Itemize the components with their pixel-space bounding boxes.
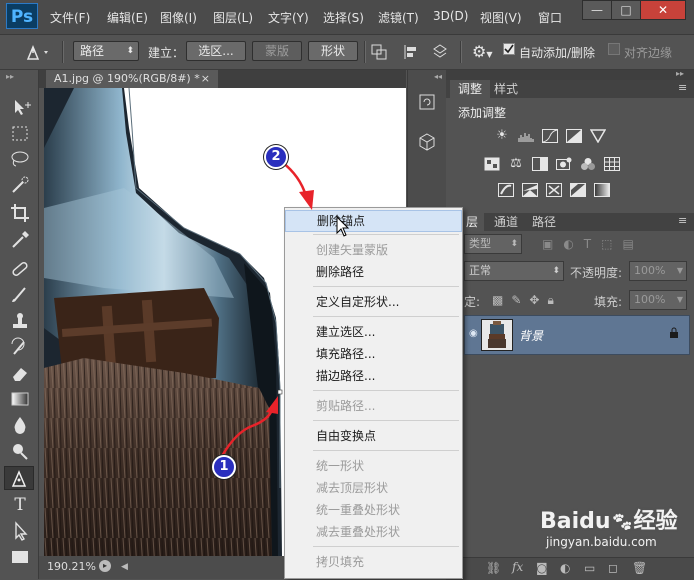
step-1-badge: 1: [212, 455, 236, 479]
watermark-brand-cn: 经验: [633, 509, 678, 534]
step-2-badge: 2: [264, 145, 288, 169]
baidu-jingyan-watermark: Baidu🐾︎经验 jingyan.baidu.com: [540, 509, 678, 550]
watermark-url: jingyan.baidu.com: [546, 535, 657, 549]
annotation-arrows: [220, 161, 314, 457]
watermark-brand: Baidu: [540, 509, 611, 534]
paw-icon: 🐾︎: [610, 512, 634, 533]
